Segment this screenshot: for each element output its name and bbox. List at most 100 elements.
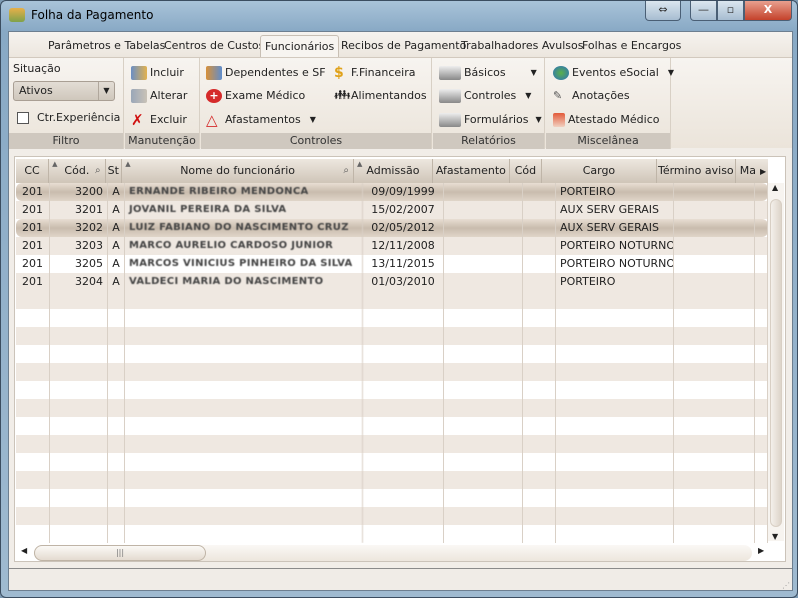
tab-recibos[interactable]: Recibos de Pagamento xyxy=(337,35,470,57)
table-row[interactable]: 201 3203 A MARCO AURELIO CARDOSO JUNIOR 12/1… xyxy=(16,237,768,255)
empty-row[interactable] xyxy=(16,453,768,471)
tab-trabalhadores-avulsos[interactable]: Trabalhadores Avulsos xyxy=(457,35,587,57)
scroll-right-icon[interactable]: ▶ xyxy=(758,546,764,555)
cell-cod2 xyxy=(523,201,556,219)
empty-row[interactable] xyxy=(16,507,768,525)
cell-admissao xyxy=(363,381,444,399)
col-cod[interactable]: ▲▼ Cód. ⌕ xyxy=(49,159,106,183)
formularios-button[interactable]: Formulários ▼ xyxy=(439,111,542,129)
atestado-medico-button[interactable]: Atestado Médico xyxy=(553,111,659,129)
sort-icon: ▲▼ xyxy=(125,160,131,168)
afastamentos-button[interactable]: △ Afastamentos ▼ xyxy=(206,111,316,129)
tab-parametros[interactable]: Parâmetros e Tabelas xyxy=(44,35,169,57)
cell-ma xyxy=(755,255,768,273)
table-row[interactable]: 201 3202 A LUIZ FABIANO DO NASCIMENTO CRUZ 0… xyxy=(16,219,768,237)
table-row[interactable]: 201 3205 A MARCOS VINICIUS PINHEIRO DA SILV… xyxy=(16,255,768,273)
cell-cod xyxy=(50,363,108,381)
cell-ma xyxy=(755,525,768,543)
col-afastamento[interactable]: Afastamento xyxy=(433,159,510,183)
resize-grip-icon[interactable]: ⋰ xyxy=(782,581,790,590)
cell-cod2 xyxy=(523,309,556,327)
atestado-label: Atestado Médico xyxy=(568,113,660,126)
minimize-button[interactable]: — xyxy=(690,1,717,21)
vertical-scroll-thumb[interactable] xyxy=(770,199,782,527)
excluir-button[interactable]: ✗ Excluir xyxy=(131,111,187,129)
tab-centros-custos[interactable]: Centros de Custos xyxy=(160,35,268,57)
col-cc[interactable]: CC xyxy=(16,159,50,183)
esocial-label: Eventos eSocial xyxy=(572,66,659,79)
col-cod-cargo[interactable]: Cód xyxy=(510,159,542,183)
cell-nome xyxy=(125,327,363,345)
scroll-up-icon[interactable]: ▲ xyxy=(772,183,778,192)
col-st[interactable]: St xyxy=(106,159,123,183)
dependentes-button[interactable]: Dependentes e SF xyxy=(206,64,326,82)
scroll-down-icon[interactable]: ▼ xyxy=(772,532,778,541)
client-area: Parâmetros e Tabelas Centros de Custos F… xyxy=(8,31,793,591)
f-financeira-button[interactable]: $ F.Financeira xyxy=(334,64,415,82)
horizontal-scrollbar[interactable]: ◀ ||| ▶ xyxy=(16,543,784,561)
tab-funcionarios[interactable]: Funcionários xyxy=(260,35,340,57)
empty-row[interactable] xyxy=(16,363,768,381)
empty-row[interactable] xyxy=(16,345,768,363)
eventos-esocial-button[interactable]: Eventos eSocial ▼ xyxy=(553,64,674,82)
ctr-experiencia-checkbox[interactable]: Ctr.Experiência xyxy=(17,109,120,127)
col-nome[interactable]: ▲▼ Nome do funcionário ⌕ xyxy=(122,159,354,183)
incluir-button[interactable]: Incluir xyxy=(131,64,184,82)
table-row[interactable]: 201 3201 A JOVANIL PEREIRA DA SILVA 15/02/20… xyxy=(16,201,768,219)
cell-cod: 3205 xyxy=(50,255,108,273)
scroll-left-icon[interactable]: ◀ xyxy=(21,546,27,555)
empty-row[interactable] xyxy=(16,291,768,309)
cell-admissao xyxy=(363,471,444,489)
empty-row[interactable] xyxy=(16,381,768,399)
close-button[interactable]: X xyxy=(744,1,792,21)
empty-row[interactable] xyxy=(16,417,768,435)
cell-termino xyxy=(674,453,755,471)
empty-row[interactable] xyxy=(16,489,768,507)
basicos-button[interactable]: Básicos ▼ xyxy=(439,64,537,82)
horizontal-scroll-thumb[interactable]: ||| xyxy=(34,545,206,561)
empty-row[interactable] xyxy=(16,471,768,489)
vertical-scrollbar[interactable]: ▲ ▼ xyxy=(768,183,784,541)
col-cargo[interactable]: Cargo xyxy=(542,159,657,183)
empty-row[interactable] xyxy=(16,309,768,327)
scroll-right-icon[interactable]: ▶ xyxy=(760,167,766,176)
printer-icon xyxy=(439,66,461,80)
cell-cargo xyxy=(556,471,674,489)
cell-nome xyxy=(125,507,363,525)
empty-row[interactable] xyxy=(16,435,768,453)
resize-button[interactable]: ⇔ xyxy=(645,1,681,21)
alimentandos-button[interactable]: 👪︎ Alimentandos xyxy=(334,87,427,105)
window-title: Folha da Pagamento xyxy=(31,8,154,22)
empty-row[interactable] xyxy=(16,525,768,543)
cell-nome: JOVANIL PEREIRA DA SILVA xyxy=(125,201,363,219)
col-termino-aviso[interactable]: Término aviso xyxy=(657,159,736,183)
exame-medico-button[interactable]: + Exame Médico xyxy=(206,87,305,105)
col-admissao[interactable]: ▲▼Admissão xyxy=(354,159,433,183)
table-row[interactable]: 201 3204 A VALDECI MARIA DO NASCIMENTO 01/03… xyxy=(16,273,768,291)
maximize-button[interactable]: ▫ xyxy=(717,1,744,21)
controles-report-button[interactable]: Controles ▼ xyxy=(439,87,531,105)
tab-folhas-encargos[interactable]: Folhas e Encargos xyxy=(578,35,685,57)
cell-admissao xyxy=(363,435,444,453)
employees-grid: CC ▲▼Cód.⌕ St ▲▼Nome do funcionário⌕ ▲▼A… xyxy=(14,156,786,562)
cell-afastamento xyxy=(444,201,523,219)
cell-cod2 xyxy=(523,345,556,363)
alterar-button[interactable]: Alterar xyxy=(131,87,187,105)
controles-label: Controles xyxy=(464,89,517,102)
excluir-label: Excluir xyxy=(150,113,187,126)
table-row[interactable]: 201 3200 A ERNANDE RIBEIRO MENDONCA 09/09/19… xyxy=(16,183,768,201)
cell-admissao: 09/09/1999 xyxy=(363,183,444,201)
situacao-select[interactable]: Ativos ▼ xyxy=(13,81,115,101)
cell-cod2 xyxy=(523,255,556,273)
empty-row[interactable] xyxy=(16,327,768,345)
empty-row[interactable] xyxy=(16,399,768,417)
anotacoes-button[interactable]: ✎ Anotações xyxy=(553,87,630,105)
search-icon[interactable]: ⌕ xyxy=(343,159,349,183)
cell-admissao: 15/02/2007 xyxy=(363,201,444,219)
search-icon[interactable]: ⌕ xyxy=(95,159,101,183)
users-add-icon xyxy=(131,66,147,80)
alterar-label: Alterar xyxy=(150,89,188,102)
cell-ma xyxy=(755,273,768,291)
col-ma[interactable]: Ma ▶ xyxy=(736,159,768,183)
cell-cod: 3201 xyxy=(50,201,108,219)
